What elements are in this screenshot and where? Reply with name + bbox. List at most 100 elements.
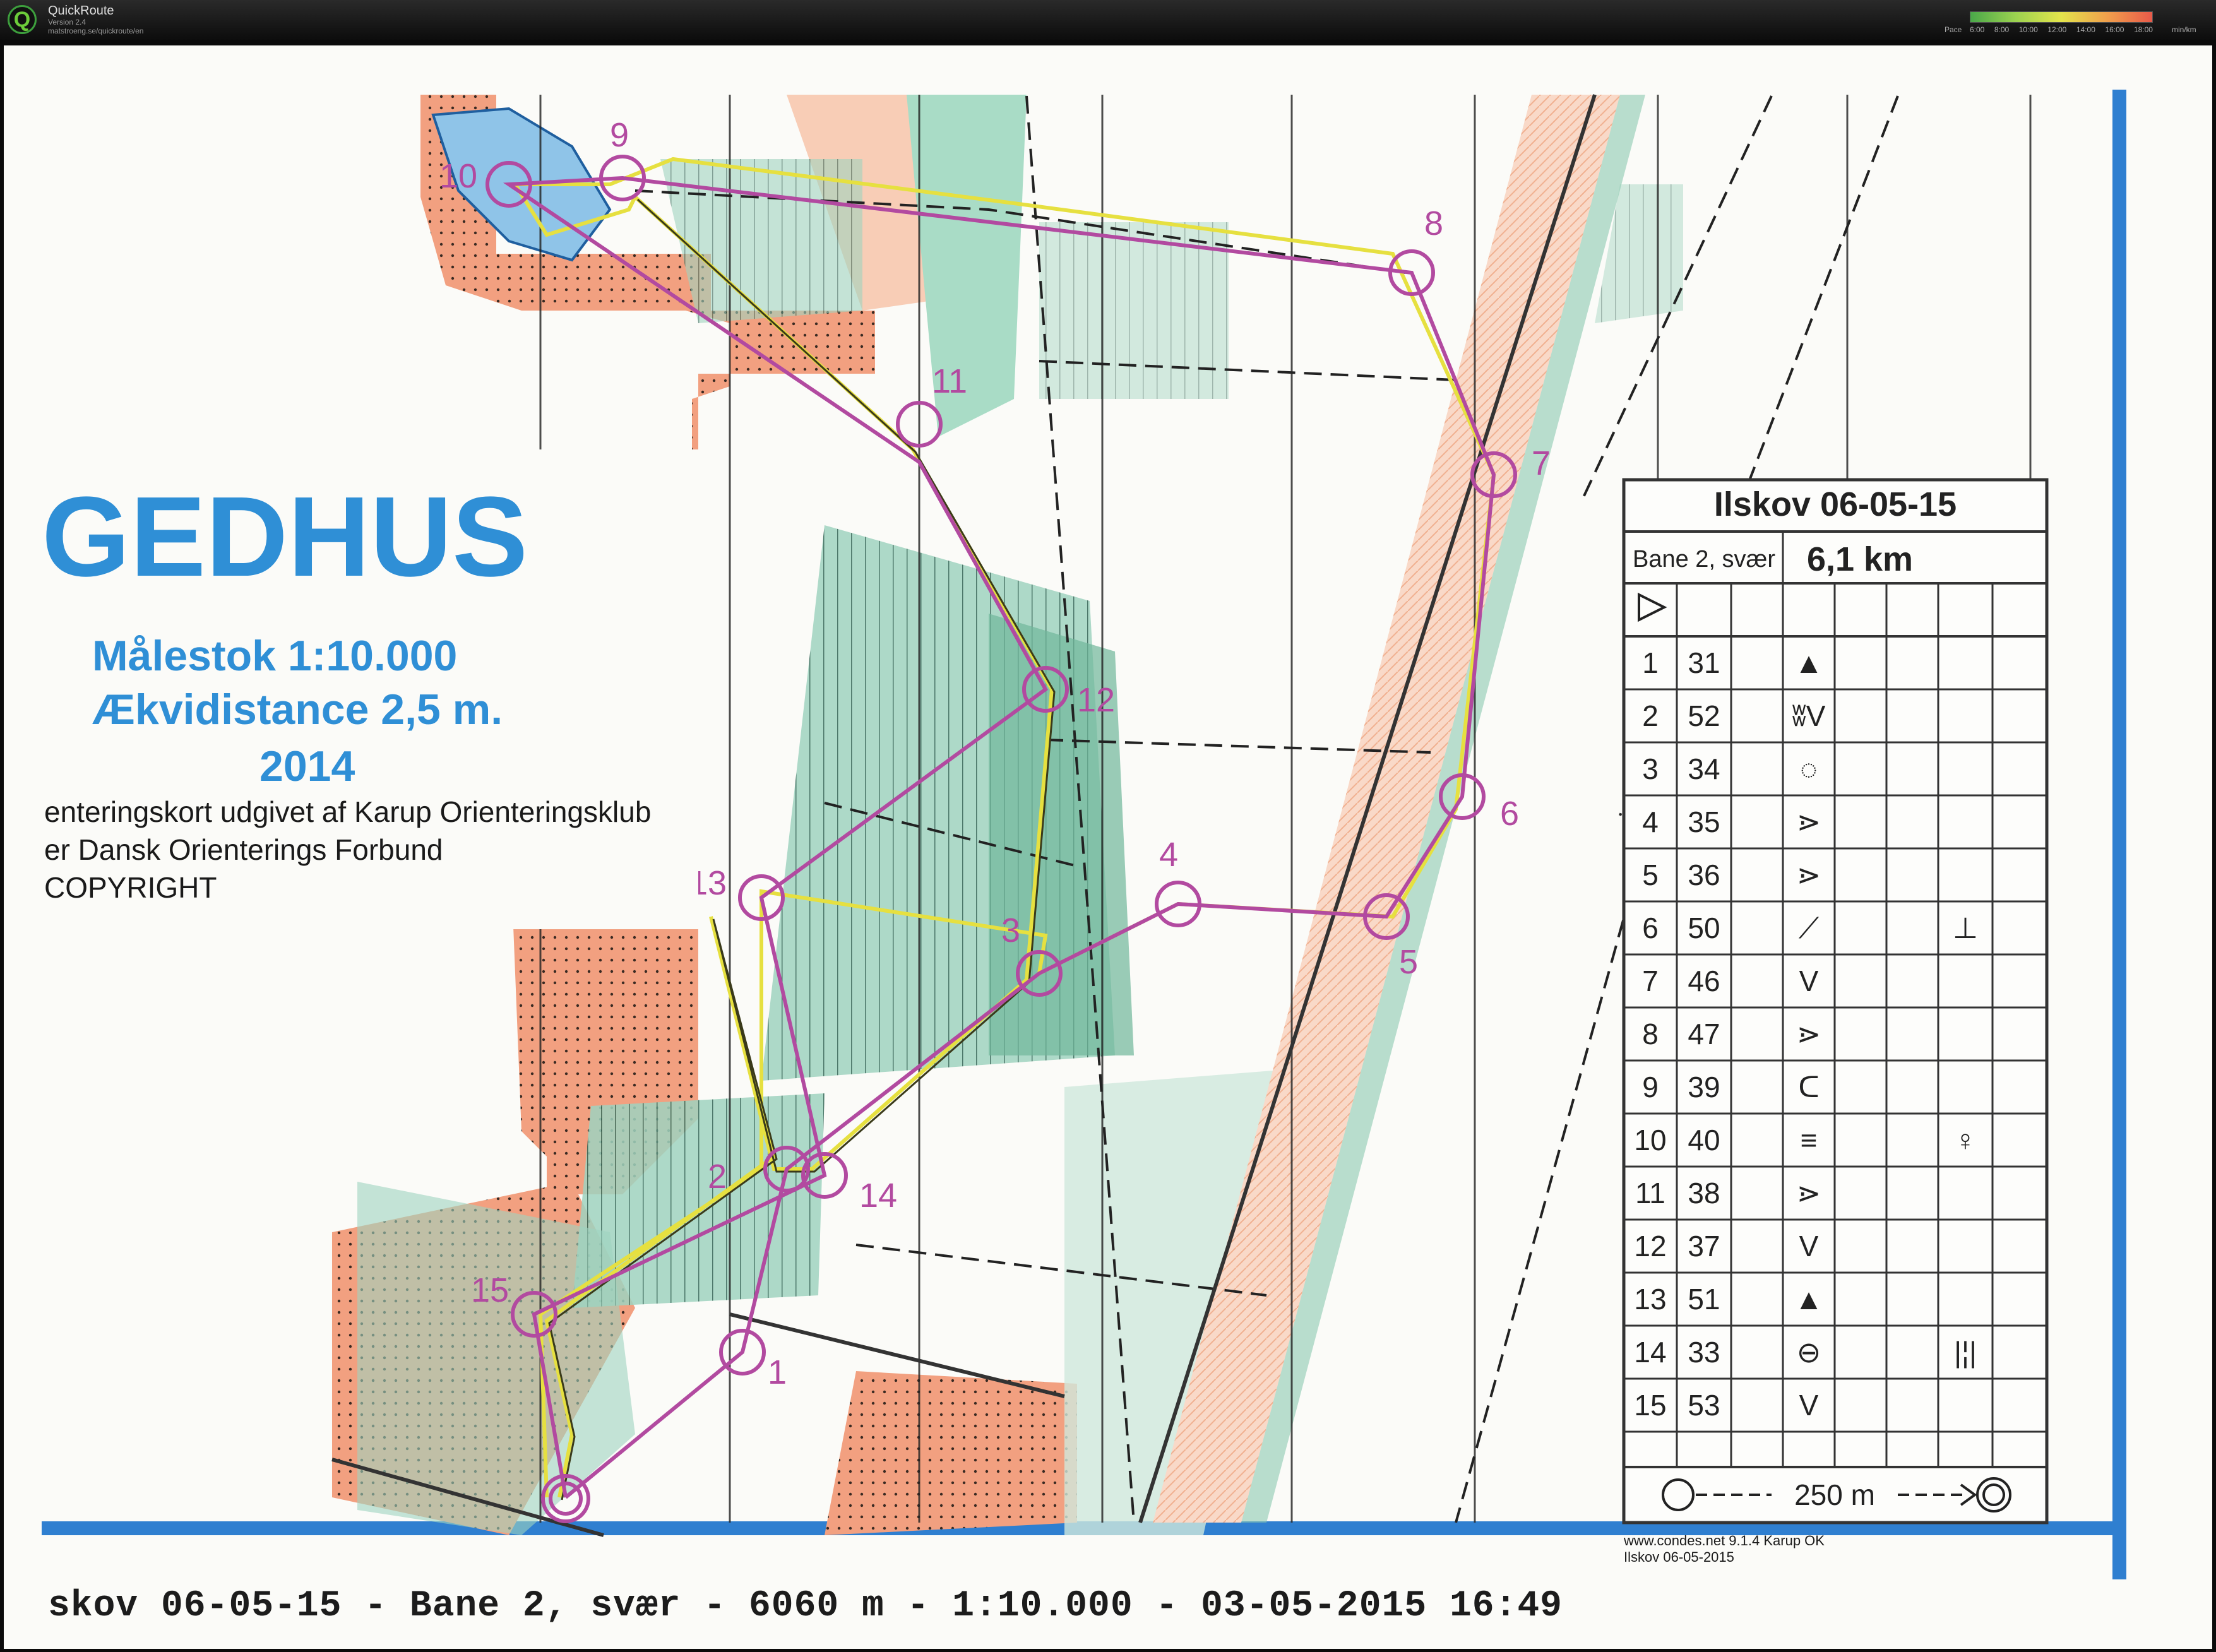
row-feature-symbol: ⊖	[1797, 1336, 1821, 1369]
pace-ticks: 6:00 8:00 10:00 12:00 14:00 16:00 18:00	[1970, 25, 2153, 34]
row-code: 37	[1688, 1230, 1720, 1263]
pace-tick: 12:00	[2047, 25, 2067, 34]
row-code: 51	[1688, 1283, 1720, 1316]
row-code: 47	[1688, 1018, 1720, 1050]
control-number: 10	[439, 157, 477, 195]
row-number: 5	[1642, 859, 1659, 891]
row-feature-symbol: ≡	[1801, 1124, 1818, 1156]
pace-tick: 16:00	[2105, 25, 2124, 34]
open-land-area	[825, 1371, 1077, 1535]
map-footer: skov 06-05-15 - Bane 2, svær - 6060 m - …	[48, 1586, 1563, 1627]
row-feature-symbol: ⋗	[1797, 1018, 1821, 1050]
row-extra-symbol: ⊥	[1953, 912, 1978, 944]
map-year: 2014	[259, 742, 355, 790]
row-feature-symbol: ᑕ	[1798, 1071, 1820, 1103]
map-credit-line3: COPYRIGHT	[44, 871, 217, 904]
row-number: 11	[1635, 1177, 1665, 1209]
pace-tick: 14:00	[2076, 25, 2095, 34]
control-number: 2	[708, 1158, 727, 1196]
row-feature-symbol: ⋗	[1797, 1177, 1821, 1209]
sheet-length: 6,1 km	[1807, 540, 1913, 578]
control-number: 8	[1424, 205, 1443, 242]
row-code: 39	[1688, 1071, 1720, 1103]
pace-color-scale[interactable]	[1970, 11, 2153, 23]
map-scale: Målestok 1:10.000	[92, 632, 457, 680]
control-number: 3	[1001, 912, 1020, 949]
control-number: 14	[859, 1177, 897, 1215]
control-number: 4	[1159, 836, 1178, 874]
app-titlebar: Q QuickRoute Version 2.4 matstroeng.se/q…	[0, 0, 2216, 40]
forest-area	[357, 1182, 635, 1535]
row-code: 34	[1688, 752, 1720, 785]
row-code: 53	[1688, 1389, 1720, 1422]
row-feature-symbol: ▲	[1794, 1283, 1823, 1316]
map-credit-line1: enteringskort udgivet af Karup Orienteri…	[44, 795, 651, 828]
control-number: 6	[1500, 795, 1519, 833]
row-code: 33	[1688, 1336, 1720, 1369]
row-number: 4	[1642, 805, 1659, 838]
row-feature-symbol: ◌	[1800, 752, 1817, 785]
row-code: 50	[1688, 912, 1720, 944]
row-code: 40	[1688, 1124, 1720, 1156]
app-name: QuickRoute	[48, 4, 114, 18]
map-paper[interactable]: 1 2 3 4 5 6 7 8 9 10 11 12 13 14 15 GEDH…	[4, 45, 2212, 1649]
row-number: 2	[1642, 699, 1659, 732]
row-number: 9	[1642, 1071, 1659, 1103]
pace-tick: 10:00	[2018, 25, 2038, 34]
sheet-event: Ilskov 06-05-15	[1714, 485, 1957, 523]
row-number: 7	[1642, 965, 1659, 997]
control-number: 1	[768, 1353, 787, 1391]
row-feature-symbol: ʬV	[1792, 699, 1825, 732]
app-url[interactable]: matstroeng.se/quickroute/en	[48, 27, 143, 35]
map-title: GEDHUS	[42, 473, 528, 600]
control-9[interactable]: 9	[599, 116, 646, 201]
pace-unit: min/km	[2172, 25, 2196, 34]
row-code: 31	[1688, 646, 1720, 679]
row-number: 15	[1634, 1389, 1666, 1422]
row-extra-symbol: ♀	[1955, 1124, 1977, 1156]
row-feature-symbol: ⋗	[1797, 805, 1821, 838]
row-number: 10	[1634, 1124, 1666, 1156]
control-number: 7	[1532, 444, 1551, 482]
row-number: 3	[1642, 752, 1659, 785]
row-code: 36	[1688, 859, 1720, 891]
map-contour-interval: Ækvidistance 2,5 m.	[92, 686, 503, 734]
row-feature-symbol: V	[1799, 1389, 1819, 1422]
row-number: 12	[1634, 1230, 1666, 1263]
control-number: 15	[471, 1271, 509, 1309]
quickroute-logo-icon: Q	[8, 5, 37, 34]
row-code: 52	[1688, 699, 1720, 732]
map-credit-line2: er Dansk Orienterings Forbund	[44, 833, 443, 866]
control-number: 5	[1399, 943, 1418, 981]
row-number: 13	[1634, 1283, 1666, 1316]
row-feature-symbol: ⋗	[1797, 859, 1821, 891]
pace-label: Pace	[1945, 25, 1962, 34]
app-version: Version 2.4	[48, 18, 86, 27]
software-line2: Ilskov 06-05-2015	[1624, 1549, 1734, 1565]
sheet-course: Bane 2, svær	[1633, 546, 1775, 573]
orienteering-map[interactable]: 1 2 3 4 5 6 7 8 9 10 11 12 13 14 15 GEDH…	[4, 45, 2212, 1649]
control-number: 12	[1077, 681, 1115, 719]
row-number: 8	[1642, 1018, 1659, 1050]
control-description-sheet: Ilskov 06-05-15 Bane 2, svær 6,1 km 1 31 ▲…	[1622, 478, 2049, 1524]
pace-tick: 6:00	[1970, 25, 1985, 34]
control-number: 11	[932, 362, 967, 400]
software-line1: www.condes.net 9.1.4 Karup OK	[1623, 1533, 1825, 1548]
row-feature-symbol: ⟋	[1799, 912, 1820, 944]
map-border-right	[2112, 90, 2126, 1579]
row-code: 46	[1688, 965, 1720, 997]
row-code: 35	[1688, 805, 1720, 838]
row-feature-symbol: V	[1799, 1230, 1819, 1263]
row-number: 1	[1642, 646, 1659, 679]
row-number: 14	[1634, 1336, 1666, 1369]
row-feature-symbol: ▲	[1794, 646, 1823, 679]
row-extra-symbol: |¦|	[1954, 1336, 1977, 1369]
forest-area	[989, 614, 1134, 1055]
row-code: 38	[1688, 1177, 1720, 1209]
pace-tick: 8:00	[1994, 25, 2010, 34]
pace-tick: 18:00	[2133, 25, 2153, 34]
row-number: 6	[1642, 912, 1659, 944]
control-number: 9	[610, 116, 629, 154]
row-feature-symbol: V	[1799, 965, 1819, 997]
finish-distance: 250 m	[1794, 1478, 1875, 1511]
